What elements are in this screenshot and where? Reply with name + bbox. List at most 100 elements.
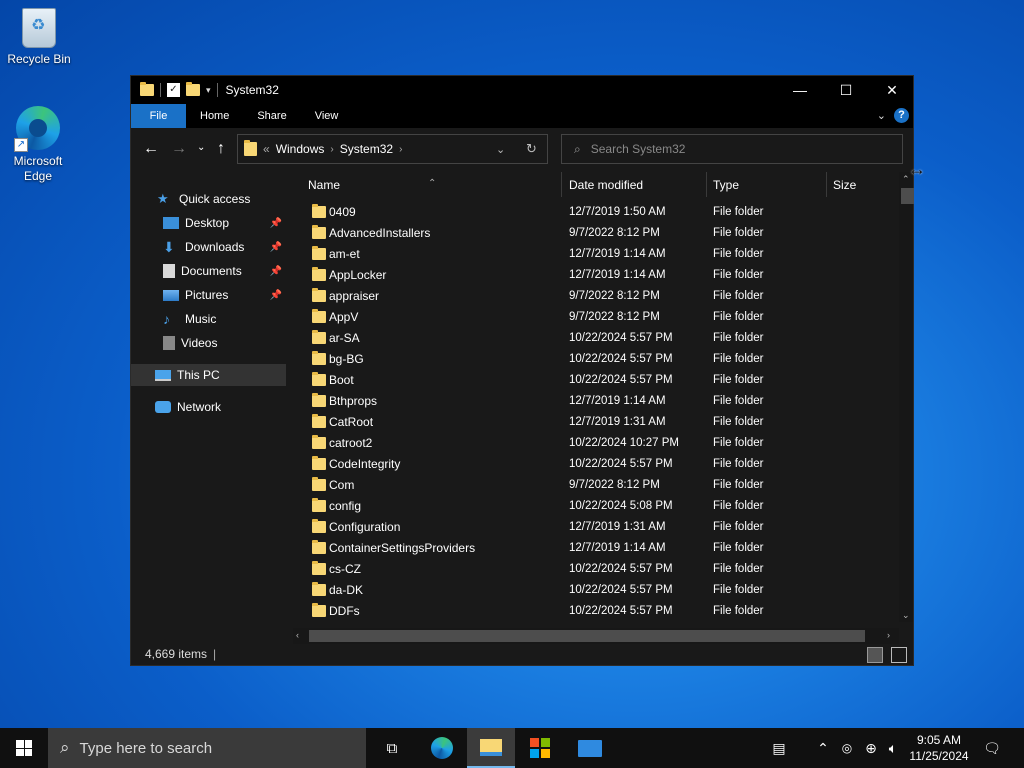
horizontal-scrollbar[interactable]: ‹ ›	[293, 628, 899, 644]
horizontal-scroll-thumb[interactable]	[309, 630, 865, 642]
folder-icon	[312, 267, 326, 281]
file-row[interactable]: catroot2 10/22/2024 10:27 PM File folder	[293, 433, 893, 454]
back-button[interactable]: ←	[143, 140, 159, 158]
nav-quick-access[interactable]: ★ Quick access	[131, 188, 286, 210]
vertical-scroll-thumb[interactable]	[901, 188, 914, 204]
file-row[interactable]: cs-CZ 10/22/2024 5:57 PM File folder	[293, 559, 893, 580]
new-folder-icon[interactable]	[186, 82, 200, 96]
up-button[interactable]: ↑	[217, 140, 225, 158]
scroll-left-icon[interactable]: ‹	[296, 630, 299, 640]
nav-this-pc[interactable]: This PC	[131, 364, 286, 386]
file-row[interactable]: Com 9/7/2022 8:12 PM File folder	[293, 475, 893, 496]
folder-icon	[140, 82, 154, 96]
recent-locations-icon[interactable]: ⌄	[197, 142, 205, 153]
large-icons-view-icon[interactable]	[891, 647, 907, 663]
clock[interactable]: 9:05 AM 11/25/2024	[898, 732, 980, 764]
file-row[interactable]: CatRoot 12/7/2019 1:31 AM File folder	[293, 412, 893, 433]
nav-documents[interactable]: Documents 📌	[131, 260, 286, 282]
file-row[interactable]: appraiser 9/7/2022 8:12 PM File folder	[293, 286, 893, 307]
file-row[interactable]: CodeIntegrity 10/22/2024 5:57 PM File fold…	[293, 454, 893, 475]
file-row[interactable]: ContainerSettingsProviders 12/7/2019 1:14…	[293, 538, 893, 559]
column-name[interactable]: Name	[308, 178, 340, 192]
file-type: File folder	[713, 227, 764, 239]
search-input[interactable]: ⌕ Search System32	[561, 134, 903, 164]
nav-label: Network	[177, 400, 222, 414]
chevron-right-icon[interactable]: ›	[330, 144, 333, 155]
breadcrumb-windows[interactable]: Windows	[276, 142, 325, 156]
meet-now-icon[interactable]: ◎	[836, 728, 858, 768]
scroll-right-icon[interactable]: ›	[887, 630, 890, 640]
file-row[interactable]: AppLocker 12/7/2019 1:14 AM File folder	[293, 265, 893, 286]
breadcrumb-system32[interactable]: System32	[340, 142, 393, 156]
column-size[interactable]: Size	[833, 178, 856, 192]
maximize-button[interactable]: ☐	[823, 76, 869, 104]
start-button[interactable]	[0, 728, 48, 768]
folder-icon	[312, 435, 326, 449]
tab-home[interactable]: Home	[186, 104, 243, 128]
file-explorer-window: ✓ ▾ System32 — ☐ ✕ File Home Share View …	[130, 75, 914, 666]
file-row[interactable]: da-DK 10/22/2024 5:57 PM File folder	[293, 580, 893, 601]
column-divider[interactable]	[706, 172, 707, 197]
expand-ribbon-icon[interactable]: ⌄	[877, 109, 886, 122]
nav-desktop[interactable]: Desktop 📌	[131, 212, 286, 234]
file-row[interactable]: Boot 10/22/2024 5:57 PM File folder	[293, 370, 893, 391]
folder-icon	[312, 204, 326, 218]
nav-label: Downloads	[185, 240, 245, 254]
column-divider[interactable]	[561, 172, 562, 197]
file-row[interactable]: ar-SA 10/22/2024 5:57 PM File folder	[293, 328, 893, 349]
column-divider[interactable]	[826, 172, 827, 197]
address-history-icon[interactable]: ⌄	[496, 143, 505, 156]
taskbar-file-explorer[interactable]	[467, 728, 515, 768]
file-date-modified: 12/7/2019 1:14 AM	[569, 248, 666, 260]
nav-videos[interactable]: Videos	[131, 332, 286, 354]
details-view-icon[interactable]	[867, 647, 883, 663]
taskbar-mail[interactable]	[566, 728, 614, 768]
title-bar[interactable]: ✓ ▾ System32 — ☐ ✕	[131, 76, 913, 104]
vertical-scrollbar[interactable]: ⌃ ⌄	[899, 172, 914, 622]
column-date-modified[interactable]: Date modified	[569, 178, 643, 192]
help-icon[interactable]: ?	[894, 108, 909, 123]
explorer-body: ★ Quick access Desktop 📌 ⬇ Downloads 📌 D…	[131, 172, 914, 644]
file-row[interactable]: AppV 9/7/2022 8:12 PM File folder	[293, 307, 893, 328]
news-widget-icon[interactable]: ▤	[762, 728, 796, 768]
show-hidden-icons-icon[interactable]: ⌃	[812, 728, 834, 768]
nav-network[interactable]: Network	[131, 396, 286, 418]
nav-music[interactable]: ♪ Music	[131, 308, 286, 330]
breadcrumb-overflow[interactable]: «	[263, 142, 270, 156]
file-name: Bthprops	[329, 394, 378, 408]
file-row[interactable]: DDFs 10/22/2024 5:57 PM File folder	[293, 601, 893, 622]
file-name: DDFs	[329, 604, 360, 618]
customize-toolbar-icon[interactable]: ▾	[206, 85, 211, 96]
file-row[interactable]: Configuration 12/7/2019 1:31 AM File folde…	[293, 517, 893, 538]
file-row[interactable]: Bthprops 12/7/2019 1:14 AM File folder	[293, 391, 893, 412]
tab-file[interactable]: File	[131, 104, 186, 128]
refresh-icon[interactable]: ↻	[526, 141, 537, 157]
address-bar[interactable]: « Windows › System32 › ⌄ ↻	[237, 134, 548, 164]
desktop-icon-edge[interactable]: ↗ Microsoft Edge	[0, 106, 76, 184]
file-row[interactable]: config 10/22/2024 5:08 PM File folder	[293, 496, 893, 517]
column-type[interactable]: Type	[713, 178, 739, 192]
close-button[interactable]: ✕	[869, 76, 915, 104]
file-name: bg-BG	[329, 352, 364, 366]
taskbar-edge[interactable]	[418, 728, 466, 768]
file-row[interactable]: AdvancedInstallers 9/7/2022 8:12 PM File f…	[293, 223, 893, 244]
nav-downloads[interactable]: ⬇ Downloads 📌	[131, 236, 286, 258]
file-date-modified: 10/22/2024 10:27 PM	[569, 437, 679, 449]
desktop-icon-recycle-bin[interactable]: Recycle Bin	[1, 8, 77, 67]
task-view-button[interactable]: ⧉	[368, 728, 416, 768]
properties-icon[interactable]: ✓	[167, 83, 180, 97]
tab-view[interactable]: View	[301, 104, 353, 128]
file-row[interactable]: 0409 12/7/2019 1:50 AM File folder	[293, 202, 893, 223]
notifications-icon[interactable]: 🗨︎	[980, 728, 1004, 768]
file-row[interactable]: bg-BG 10/22/2024 5:57 PM File folder	[293, 349, 893, 370]
tab-share[interactable]: Share	[243, 104, 300, 128]
taskbar-store[interactable]	[516, 728, 564, 768]
chevron-right-icon[interactable]: ›	[399, 144, 402, 155]
network-status-icon[interactable]: ⊕	[860, 728, 882, 768]
file-row[interactable]: am-et 12/7/2019 1:14 AM File folder	[293, 244, 893, 265]
minimize-button[interactable]: —	[777, 76, 823, 104]
nav-pictures[interactable]: Pictures 📌	[131, 284, 286, 306]
taskbar-search[interactable]: ⌕ Type here to search	[48, 728, 366, 768]
forward-button[interactable]: →	[171, 140, 187, 158]
scroll-down-icon[interactable]: ⌄	[902, 610, 910, 621]
